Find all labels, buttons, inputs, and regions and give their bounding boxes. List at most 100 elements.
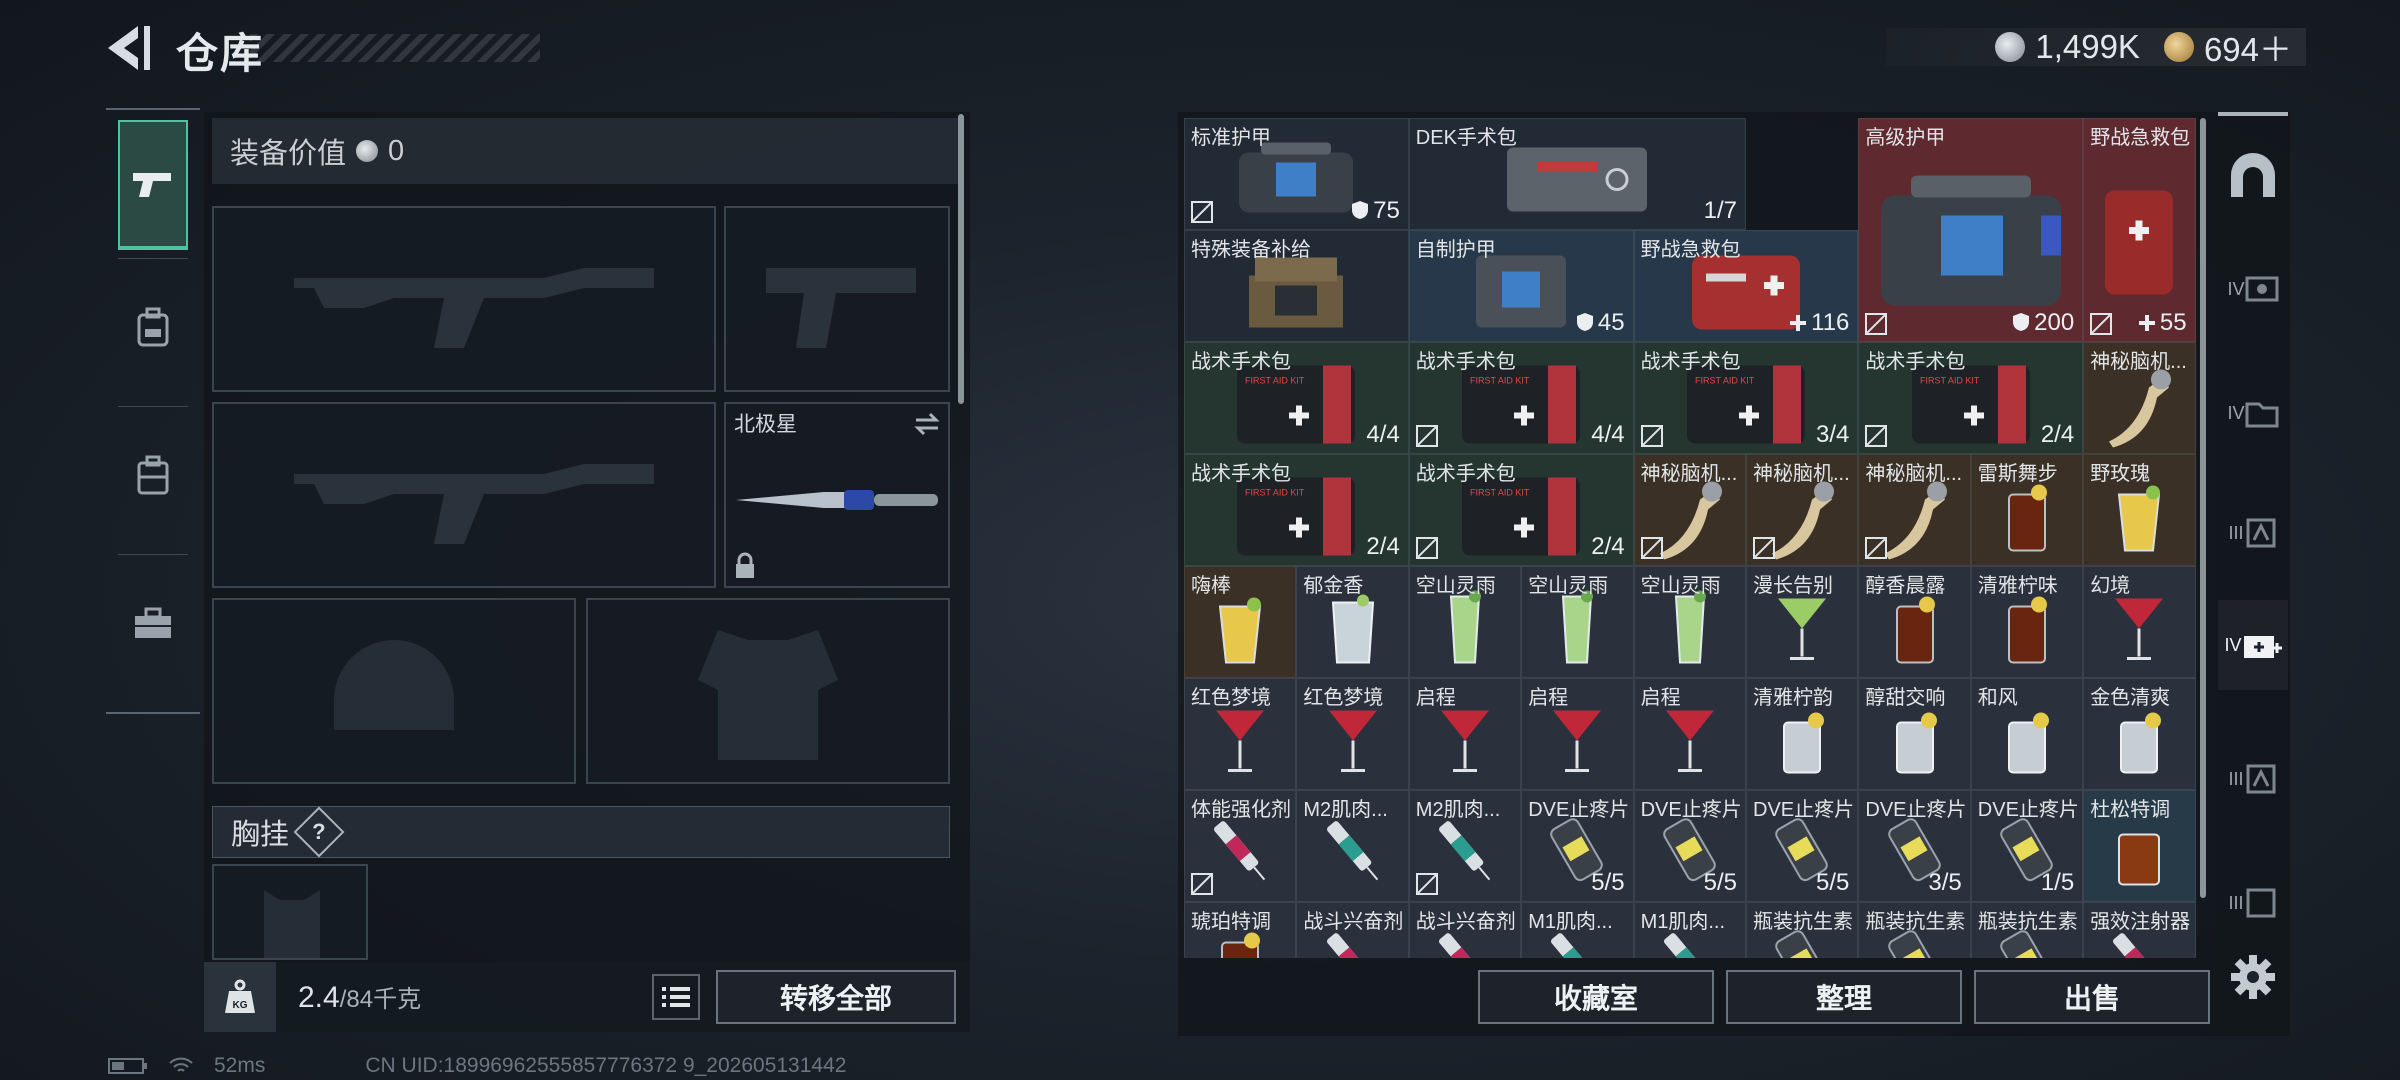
warehouse-item[interactable]: 神秘脑机... bbox=[2083, 342, 2196, 454]
vest-silhouette-icon bbox=[264, 890, 320, 958]
warehouse-item[interactable]: M1肌肉... bbox=[1633, 902, 1746, 958]
warehouse-item[interactable]: FIRST AID KIT 战术手术包 2/4 bbox=[1184, 454, 1409, 566]
warehouse-item[interactable]: 和风 bbox=[1970, 678, 2084, 790]
list-view-button[interactable] bbox=[652, 974, 700, 1020]
helmet-slot[interactable] bbox=[212, 598, 576, 784]
warehouse-item[interactable]: M1肌肉... bbox=[1521, 902, 1634, 958]
warehouse-item[interactable]: 神秘脑机... bbox=[1633, 454, 1746, 566]
warehouse-item[interactable]: FIRST AID KIT 战术手术包 4/4 bbox=[1408, 342, 1634, 454]
rail-category-tier4-a[interactable]: IV bbox=[2218, 244, 2288, 334]
swap-icon[interactable] bbox=[912, 412, 942, 436]
warehouse-item[interactable]: 瓶装抗生素 bbox=[1746, 902, 1859, 958]
warehouse-item[interactable]: 标准护甲 75 bbox=[1184, 118, 1409, 230]
briefcase-icon bbox=[135, 607, 171, 638]
warehouse-item[interactable]: 琥珀特调 bbox=[1184, 902, 1297, 958]
warehouse-item[interactable]: 清雅柠味 bbox=[1970, 566, 2084, 678]
sell-button[interactable]: 出售 bbox=[1974, 970, 2210, 1024]
warehouse-item[interactable]: 野战急救包 116 bbox=[1633, 230, 1859, 342]
rail-category-tier3-b[interactable]: III bbox=[2218, 734, 2288, 824]
settings-button[interactable] bbox=[2228, 952, 2278, 1002]
nav-weapons[interactable] bbox=[118, 120, 188, 250]
ice-icon bbox=[1772, 698, 1832, 783]
ping-readout: 52ms bbox=[214, 1054, 266, 1077]
warehouse-item[interactable]: 启程 bbox=[1408, 678, 1522, 790]
warehouse-item[interactable]: FIRST AID KIT 战术手术包 4/4 bbox=[1184, 342, 1409, 454]
melee-slot[interactable]: 北极星 bbox=[724, 402, 950, 588]
warehouse-item[interactable]: 雷斯舞步 bbox=[1970, 454, 2084, 566]
warehouse-item[interactable]: 启程 bbox=[1633, 678, 1746, 790]
warehouse-item[interactable]: 清雅柠韵 bbox=[1746, 678, 1859, 790]
warehouse-item[interactable]: 野玫瑰 bbox=[2083, 454, 2196, 566]
gold-balance[interactable]: 694＋ bbox=[2204, 23, 2292, 71]
warehouse-item[interactable]: 空山灵雨 bbox=[1633, 566, 1746, 678]
warehouse-item[interactable]: 幻境 bbox=[2083, 566, 2196, 678]
warehouse-item[interactable]: 神秘脑机... bbox=[1858, 454, 1971, 566]
warehouse-item[interactable]: 战斗兴奋剂 bbox=[1408, 902, 1522, 958]
warehouse-item[interactable]: 醇甜交响 bbox=[1858, 678, 1971, 790]
item-name: 雷斯舞步 bbox=[1977, 463, 2058, 485]
secondary-weapon-slot[interactable] bbox=[212, 402, 716, 588]
rail-category-tier4-b[interactable]: IV bbox=[2218, 368, 2288, 458]
weight-capacity: /84千克 bbox=[339, 986, 422, 1013]
warehouse-item[interactable]: 空山灵雨 bbox=[1521, 566, 1634, 678]
warehouse-item[interactable]: 漫长告别 bbox=[1746, 566, 1859, 678]
warehouse-item[interactable]: DEK手术包 1/7 bbox=[1408, 118, 1746, 230]
warehouse-item[interactable]: 启程 bbox=[1521, 678, 1634, 790]
syringe-icon bbox=[1205, 810, 1275, 895]
warehouse-item[interactable]: 特殊装备补给 bbox=[1184, 230, 1409, 342]
item-name: 体能强化剂 bbox=[1191, 799, 1291, 821]
warehouse-item[interactable]: 野战急救包 55 bbox=[2083, 118, 2196, 342]
warehouse-item[interactable]: DVE止疼片 1/5 bbox=[1970, 790, 2084, 902]
sidearm-slot[interactable] bbox=[724, 206, 950, 392]
warehouse-item[interactable]: 自制护甲 45 bbox=[1408, 230, 1634, 342]
loadout-scrollbar[interactable] bbox=[958, 114, 964, 404]
rail-category-medical[interactable]: IV bbox=[2218, 600, 2288, 690]
warehouse-item[interactable]: 红色梦境 bbox=[1296, 678, 1409, 790]
transfer-all-button[interactable]: 转移全部 bbox=[716, 970, 956, 1024]
warehouse-scrollbar[interactable] bbox=[2200, 118, 2206, 898]
warehouse-item[interactable]: DVE止疼片 3/5 bbox=[1858, 790, 1971, 902]
warehouse-item[interactable]: 杜松特调 bbox=[2083, 790, 2196, 902]
warehouse-item[interactable]: DVE止疼片 5/5 bbox=[1633, 790, 1746, 902]
nav-backpack[interactable] bbox=[118, 262, 188, 392]
rail-category-tier3-a[interactable]: III bbox=[2218, 488, 2288, 578]
warehouse-item[interactable]: FIRST AID KIT 战术手术包 2/4 bbox=[1858, 342, 2084, 454]
nav-toolbox[interactable] bbox=[118, 558, 188, 688]
syringe2-icon bbox=[1430, 810, 1500, 895]
warehouse-item[interactable]: 强效注射器 bbox=[2083, 902, 2196, 958]
help-icon[interactable]: ? bbox=[293, 806, 345, 858]
warehouse-item[interactable]: 郁金香 bbox=[1296, 566, 1409, 678]
gear-icon bbox=[2231, 955, 2275, 999]
warehouse-item[interactable]: 体能强化剂 bbox=[1184, 790, 1297, 902]
warehouse-item[interactable]: 神秘脑机... bbox=[1746, 454, 1859, 566]
item-name: DVE止疼片 bbox=[1528, 799, 1630, 821]
warehouse-item[interactable]: 空山灵雨 bbox=[1408, 566, 1522, 678]
warehouse-item[interactable]: 战斗兴奋剂 bbox=[1296, 902, 1409, 958]
rail-category-tier3-c[interactable]: III bbox=[2218, 858, 2288, 948]
rail-category-all[interactable] bbox=[2218, 132, 2288, 222]
silver-coin-icon bbox=[1995, 32, 2026, 62]
warehouse-item[interactable]: DVE止疼片 5/5 bbox=[1746, 790, 1859, 902]
collection-room-button[interactable]: 收藏室 bbox=[1478, 970, 1714, 1024]
warehouse-item[interactable]: M2肌肉... bbox=[1408, 790, 1522, 902]
warehouse-item[interactable]: 高级护甲 200 bbox=[1858, 118, 2084, 342]
warehouse-item[interactable]: DVE止疼片 5/5 bbox=[1521, 790, 1634, 902]
nav-case[interactable] bbox=[118, 410, 188, 540]
warehouse-item[interactable]: 红色梦境 bbox=[1184, 678, 1297, 790]
warehouse-item[interactable]: 瓶装抗生素 bbox=[1970, 902, 2084, 958]
chest-rig-header: 胸挂 ? bbox=[212, 806, 950, 858]
warehouse-item[interactable]: M2肌肉... bbox=[1296, 790, 1409, 902]
lemon-icon bbox=[2109, 474, 2169, 559]
warehouse-item[interactable]: 金色清爽 bbox=[2083, 678, 2196, 790]
armor-slot[interactable] bbox=[586, 598, 950, 784]
item-name: 瓶装抗生素 bbox=[1865, 911, 1966, 933]
primary-weapon-slot[interactable] bbox=[212, 206, 716, 392]
organize-button[interactable]: 整理 bbox=[1726, 970, 1962, 1024]
chest-rig-slot[interactable] bbox=[212, 864, 368, 960]
warehouse-item[interactable]: FIRST AID KIT 战术手术包 3/4 bbox=[1633, 342, 1859, 454]
warehouse-item[interactable]: 嗨棒 bbox=[1184, 566, 1297, 678]
warehouse-item[interactable]: FIRST AID KIT 战术手术包 2/4 bbox=[1408, 454, 1634, 566]
back-button[interactable] bbox=[100, 22, 156, 74]
warehouse-item[interactable]: 醇香晨露 bbox=[1858, 566, 1971, 678]
warehouse-item[interactable]: 瓶装抗生素 bbox=[1858, 902, 1971, 958]
